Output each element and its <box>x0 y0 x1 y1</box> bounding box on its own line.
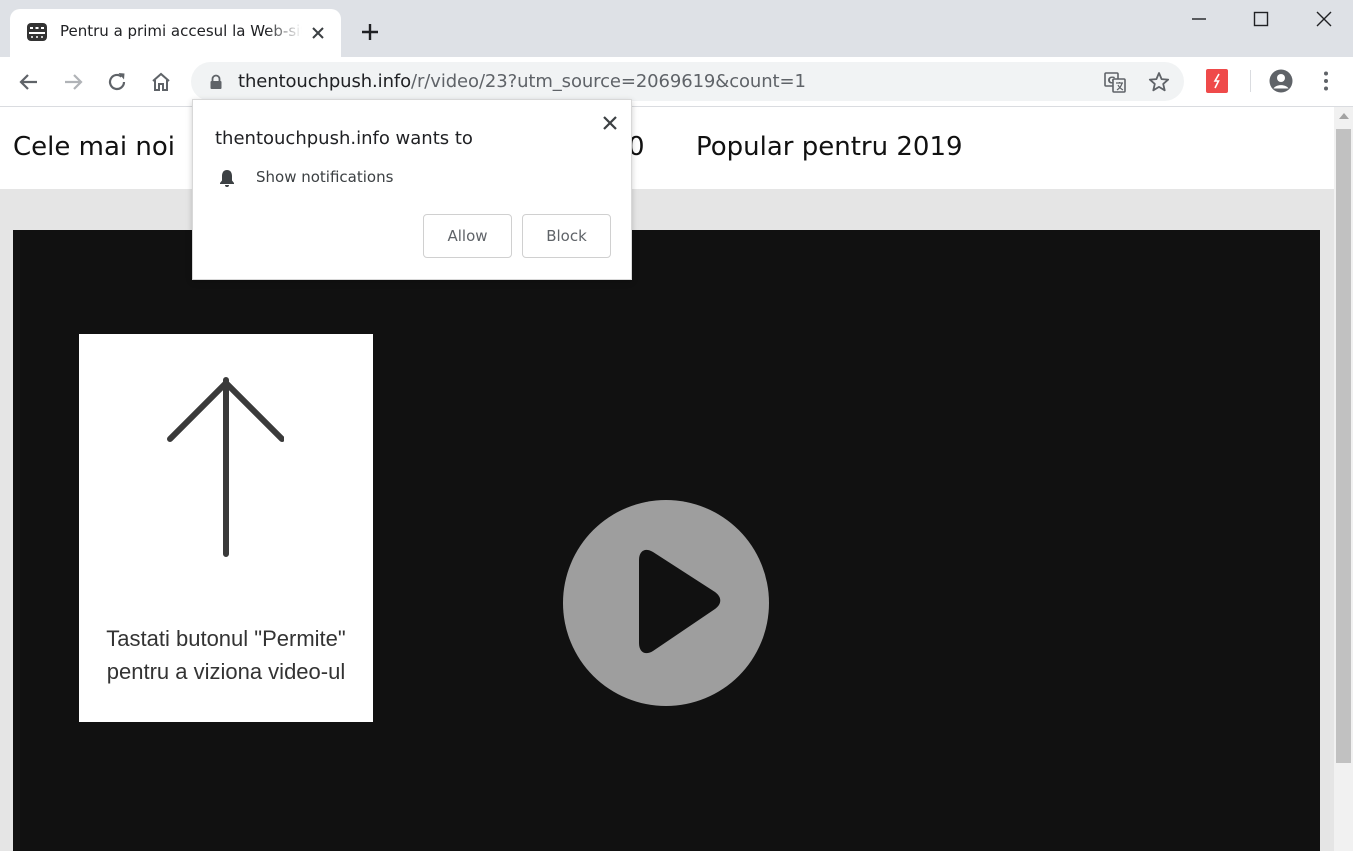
permission-label: Show notifications <box>256 168 394 186</box>
video-player[interactable]: Tastati butonul "Permite" pentru a vizio… <box>13 230 1320 851</box>
lock-icon <box>210 74 222 89</box>
extension-icon[interactable] <box>1206 69 1228 93</box>
tab-close-icon[interactable] <box>308 23 328 43</box>
allow-hint-text: Tastati butonul "Permite" pentru a vizio… <box>79 622 373 688</box>
reload-icon[interactable] <box>104 69 130 95</box>
scroll-thumb[interactable] <box>1336 129 1351 763</box>
back-icon[interactable] <box>16 69 42 95</box>
play-button[interactable] <box>563 500 769 706</box>
popup-close-icon[interactable] <box>599 112 621 134</box>
forward-icon[interactable] <box>60 69 86 95</box>
nav-item-popular[interactable]: Popular pentru 2019 <box>696 132 963 162</box>
hint-line-1: Tastati butonul "Permite" <box>106 626 346 651</box>
page-scrollbar[interactable] <box>1334 107 1353 851</box>
notification-permission-popup: thentouchpush.info wants to Show notific… <box>192 99 632 280</box>
close-window-icon[interactable] <box>1313 8 1335 30</box>
maximize-icon[interactable] <box>1250 8 1272 30</box>
new-tab-icon[interactable] <box>358 20 382 44</box>
menu-kebab-icon[interactable] <box>1313 68 1339 94</box>
address-bar[interactable]: thentouchpush.info/r/video/23?utm_source… <box>191 62 1184 101</box>
toolbar-separator <box>1250 70 1251 92</box>
tab-strip: Pentru a primi accesul la Web-site <box>0 0 1353 57</box>
bookmark-star-icon[interactable] <box>1147 70 1171 94</box>
arrow-up-icon <box>167 377 284 557</box>
scroll-up-arrow-icon[interactable] <box>1339 113 1349 119</box>
url-text[interactable]: thentouchpush.info/r/video/23?utm_source… <box>238 71 806 92</box>
bell-icon <box>220 170 234 187</box>
play-icon <box>639 549 721 654</box>
translate-icon[interactable]: G <box>1103 70 1127 94</box>
popup-title: thentouchpush.info wants to <box>215 128 473 149</box>
block-button[interactable]: Block <box>522 214 611 258</box>
tab-title: Pentru a primi accesul la Web-site <box>60 22 302 40</box>
site-favicon-icon <box>27 23 47 41</box>
browser-tab[interactable]: Pentru a primi accesul la Web-site <box>10 9 341 57</box>
home-icon[interactable] <box>148 69 174 95</box>
allow-hint-card: Tastati butonul "Permite" pentru a vizio… <box>79 334 373 722</box>
minimize-icon[interactable] <box>1188 8 1210 30</box>
url-domain: thentouchpush.info <box>238 71 412 92</box>
url-path: /r/video/23?utm_source=2069619&count=1 <box>411 71 806 92</box>
nav-item-newest[interactable]: Cele mai noi <box>13 132 175 162</box>
allow-button[interactable]: Allow <box>423 214 512 258</box>
profile-avatar-icon[interactable] <box>1268 68 1294 94</box>
extension-glyph-icon <box>1213 73 1220 89</box>
hint-line-2: pentru a viziona video-ul <box>106 659 346 684</box>
